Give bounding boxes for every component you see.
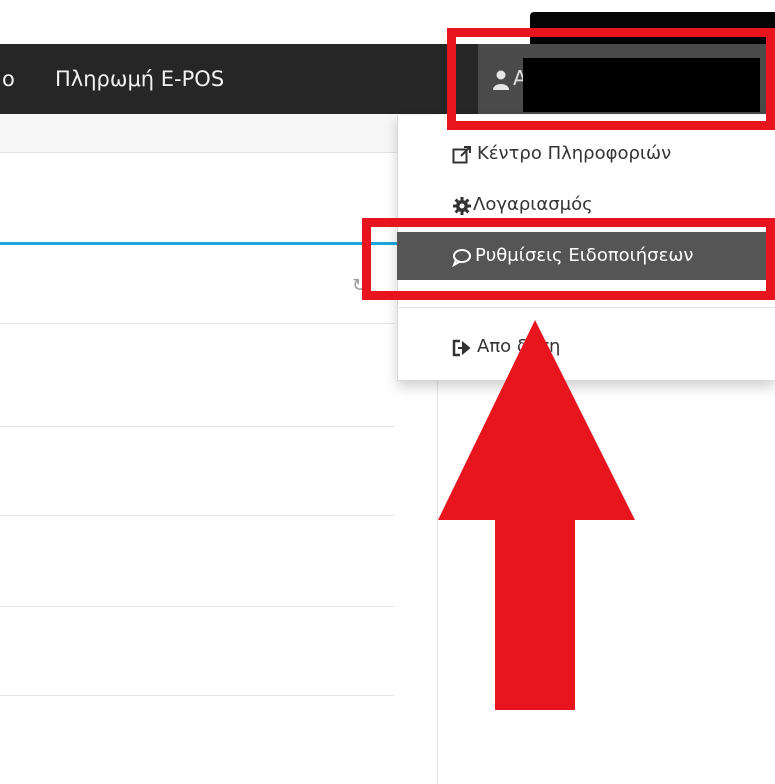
external-link-icon xyxy=(452,146,471,164)
row-divider xyxy=(0,515,395,516)
row-divider xyxy=(0,426,395,427)
menu-divider xyxy=(397,307,775,308)
menu-item-label: Κέντρο Πληροφοριών xyxy=(477,143,672,164)
content-subbar xyxy=(0,114,437,153)
gear-icon xyxy=(453,197,471,215)
menu-item-info-center[interactable]: Κέντρο Πληροφοριών xyxy=(397,130,775,178)
row-divider xyxy=(0,695,395,696)
notification-settings-highlight xyxy=(362,218,775,300)
menu-item-label: Λογαριασμός xyxy=(473,194,593,215)
nav-item-partial[interactable]: o xyxy=(0,44,15,114)
row-divider xyxy=(0,323,395,324)
nav-item-epos-payment[interactable]: Πληρωμή E-POS xyxy=(55,44,224,114)
row-divider xyxy=(0,606,395,607)
up-arrow xyxy=(438,320,635,710)
accent-divider xyxy=(0,242,410,245)
user-menu-highlight xyxy=(447,28,775,130)
